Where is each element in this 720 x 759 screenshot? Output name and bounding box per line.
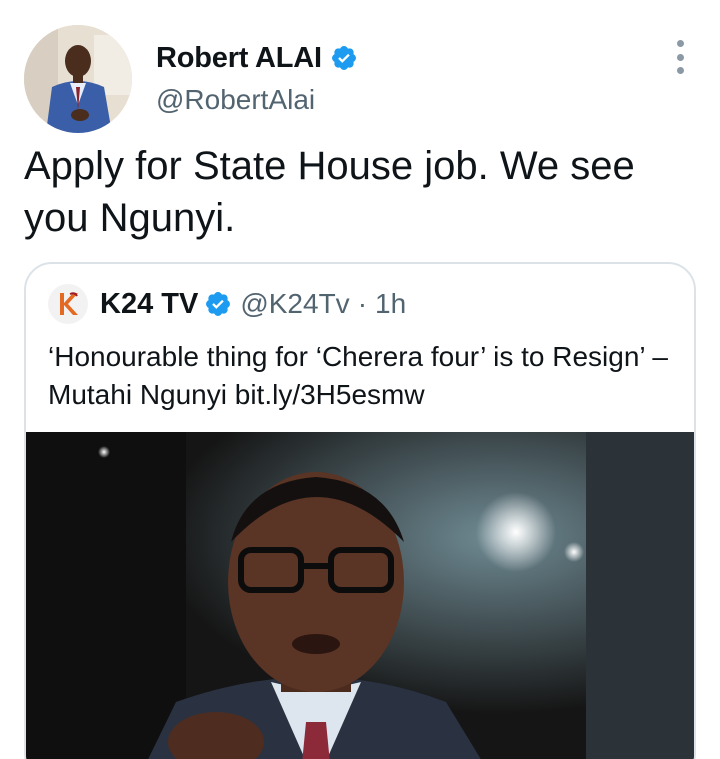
tweet[interactable]: Robert ALAI @RobertAlai Apply for State …: [0, 0, 720, 759]
news-photo: [26, 432, 694, 759]
more-dot: [676, 40, 684, 47]
separator-dot: ·: [357, 288, 368, 319]
quoted-tweet-text: ‘Honourable thing for ‘Cherera four’ is …: [48, 341, 668, 410]
author-avatar[interactable]: [24, 25, 132, 133]
avatar-photo: [24, 25, 132, 133]
k24-logo-avatar[interactable]: [48, 284, 88, 324]
author-name[interactable]: Robert ALAI: [156, 42, 322, 75]
quoted-author-handle[interactable]: @K24Tv: [240, 288, 349, 320]
tweet-text: Apply for State House job. We see you Ng…: [24, 144, 635, 240]
quoted-tweet-card[interactable]: K24 TV @K24Tv · 1h ‘Honourable thing for…: [24, 262, 696, 759]
more-options-icon[interactable]: [668, 40, 692, 74]
quoted-timestamp[interactable]: 1h: [375, 288, 406, 320]
more-dot: [676, 53, 684, 61]
quoted-tweet-header: K24 TV @K24Tv · 1h: [48, 284, 406, 324]
quoted-tweet-image[interactable]: [26, 432, 694, 759]
k24-logo-icon: [60, 292, 78, 315]
author-handle[interactable]: @RobertAlai: [156, 84, 315, 116]
more-dot: [676, 67, 684, 74]
verified-badge-icon: [331, 46, 356, 70]
verified-badge-icon: [206, 292, 231, 316]
quoted-author-name[interactable]: K24 TV: [100, 288, 198, 321]
author-name-row[interactable]: Robert ALAI: [156, 38, 358, 78]
